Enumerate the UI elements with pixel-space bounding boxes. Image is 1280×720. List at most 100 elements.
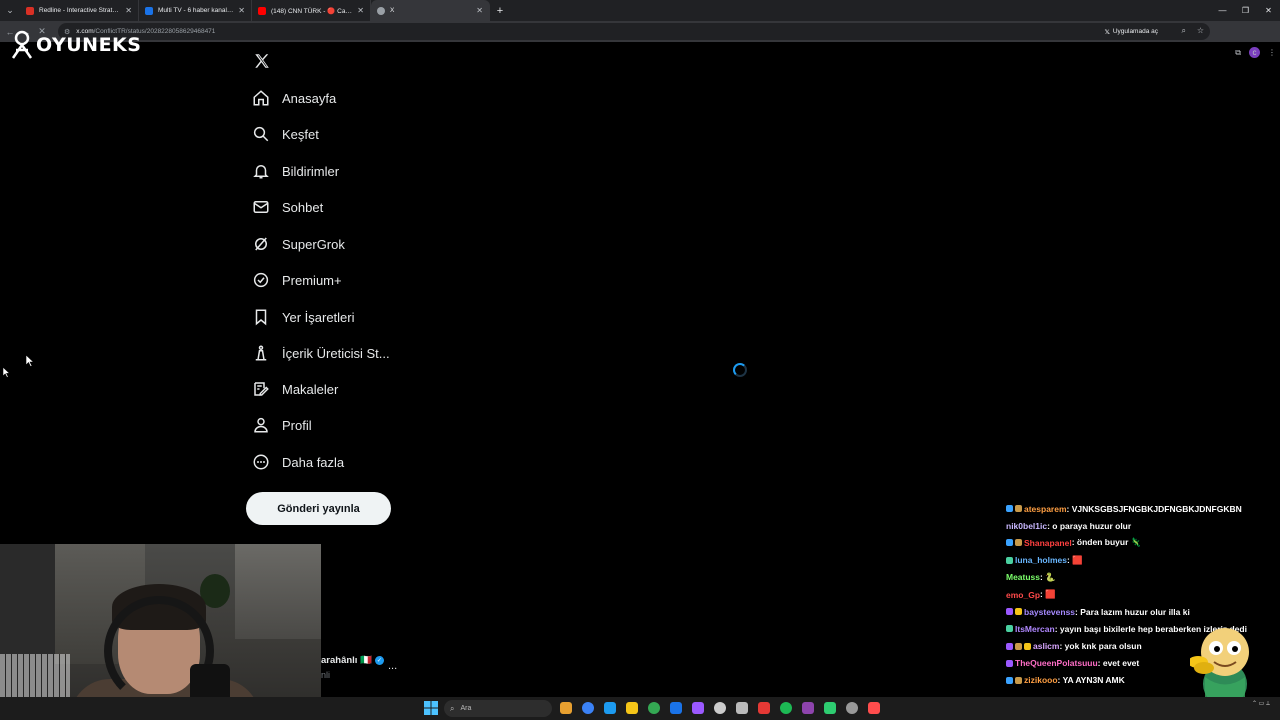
- chat-username: Meatuss: [1006, 572, 1041, 583]
- browser-tabstrip: ⌄ Redline - Interactive Strategic N... ✕…: [0, 0, 1280, 21]
- nav-item-chat[interactable]: Sohbet: [252, 192, 323, 222]
- chat-username: atesparem: [1024, 503, 1067, 514]
- logo-text: OYUNEKS: [36, 34, 142, 56]
- x-logo-icon[interactable]: [253, 52, 271, 70]
- chat-username: zizikooo: [1024, 675, 1058, 686]
- nav-item-supergrok[interactable]: SuperGrok: [252, 229, 345, 259]
- tab-search-icon[interactable]: ⌄: [0, 0, 20, 21]
- chat-badge-icon: [1015, 642, 1022, 650]
- taskbar-app-icon[interactable]: [692, 702, 704, 714]
- stream-logo: OYUNEKS: [10, 30, 141, 60]
- tab-close-icon[interactable]: ✕: [476, 6, 483, 15]
- chat-text: : 🐍: [1040, 571, 1056, 582]
- nav-label: Profil: [282, 417, 312, 433]
- profile-icon: [254, 417, 268, 433]
- grok-icon: [255, 237, 267, 251]
- nav-item-profile[interactable]: Profil: [252, 410, 312, 440]
- chat-badge-icon: [1006, 676, 1013, 684]
- taskbar-app-icon[interactable]: [868, 702, 880, 714]
- nav-item-more[interactable]: Daha fazla: [252, 447, 344, 477]
- chat-message: Meatuss : 🐍: [1006, 569, 1276, 586]
- nav-item-explore[interactable]: Keşfet: [252, 119, 319, 149]
- new-tab-button[interactable]: +: [490, 0, 510, 21]
- profile-avatar[interactable]: c: [1249, 47, 1260, 58]
- toolbar-right: ⧉ c ⋮: [1235, 42, 1276, 63]
- nav-item-creator-studio[interactable]: İçerik Üreticisi St...: [252, 338, 390, 368]
- extensions-icon[interactable]: ⧉: [1235, 48, 1241, 58]
- loading-favicon: [377, 6, 385, 15]
- nav-label: İçerik Üreticisi St...: [282, 345, 390, 361]
- browser-tab-3[interactable]: (148) CNN TÜRK - 🔴 Canlı Ya... ✕: [252, 0, 371, 21]
- nav-item-articles[interactable]: Makaleler: [252, 374, 338, 404]
- chat-text: : 🟥: [1066, 554, 1083, 565]
- nav-label: Anasayfa: [282, 90, 337, 106]
- taskbar-app-icon[interactable]: [824, 702, 836, 714]
- chat-text: : YA AYN3N AMK: [1057, 675, 1125, 686]
- bookmark-star-icon[interactable]: ☆: [1197, 26, 1204, 35]
- tab-title: Multi TV - 6 haber kanalını aynı...: [158, 7, 235, 14]
- chat-badge-icon: [1006, 642, 1013, 650]
- taskbar-app-icon[interactable]: [648, 702, 660, 714]
- bell-icon: [253, 165, 269, 179]
- nav-label: SuperGrok: [282, 236, 345, 252]
- restore-icon[interactable]: ❐: [1234, 0, 1257, 21]
- taskbar-app-icon[interactable]: [736, 702, 748, 714]
- taskbar-app-icon[interactable]: [758, 702, 770, 714]
- chat-badge-icon: [1006, 556, 1013, 564]
- tab-close-icon[interactable]: ✕: [238, 6, 245, 15]
- nav-item-bookmarks[interactable]: Yer İşaretleri: [252, 302, 355, 332]
- chat-username: nik0bel1ic: [1006, 520, 1048, 531]
- tab-close-icon[interactable]: ✕: [357, 6, 364, 15]
- chat-text: : o paraya huzur olur: [1047, 520, 1132, 531]
- tab-title: (148) CNN TÜRK - 🔴 Canlı Ya...: [271, 7, 353, 15]
- tab-close-icon[interactable]: ✕: [125, 6, 132, 15]
- open-in-app-chip[interactable]: 𝕏 Uygulamada aç: [1104, 26, 1158, 37]
- more-options-icon[interactable]: ...: [388, 660, 397, 672]
- post-button[interactable]: Gönderi yayınla: [246, 492, 391, 525]
- taskbar-app-icon[interactable]: [846, 702, 858, 714]
- nav-item-notifications[interactable]: Bildirimler: [252, 156, 339, 186]
- taskbar-search[interactable]: ⌕ Ara: [444, 700, 552, 717]
- taskbar-app-icon[interactable]: [626, 702, 638, 714]
- chat-badge-icon: [1015, 676, 1022, 684]
- taskbar-app-icon[interactable]: [714, 702, 726, 714]
- chat-username: ItsMercan: [1015, 623, 1055, 634]
- creator-studio-icon: [255, 345, 267, 361]
- minimize-icon[interactable]: —: [1211, 0, 1234, 21]
- nav-label: Sohbet: [282, 199, 324, 215]
- address-bar[interactable]: ⚙ x.com/ConflictTR/status/20282280586294…: [58, 23, 1210, 40]
- chat-text: : 🟥: [1040, 589, 1056, 600]
- more-circle-icon: [253, 454, 269, 470]
- taskbar-app-icon[interactable]: [604, 702, 616, 714]
- nav-label: Premium+: [282, 272, 342, 288]
- chat-message: nik0bel1ic : o paraya huzur olur: [1006, 517, 1276, 534]
- taskbar-app-icon[interactable]: [802, 702, 814, 714]
- nav-item-home[interactable]: Anasayfa: [252, 83, 336, 113]
- nav-label: Keşfet: [282, 126, 319, 142]
- verified-badge-icon: ✓: [374, 656, 384, 665]
- close-window-icon[interactable]: ✕: [1257, 0, 1280, 21]
- browser-tab-active[interactable]: X ✕: [371, 0, 490, 21]
- system-tray[interactable]: ⌃ ▭ ⟂: [1252, 701, 1270, 708]
- zoom-icon[interactable]: ⌕: [1182, 26, 1186, 36]
- tab-favicon: [26, 6, 34, 15]
- nav-label: Yer İşaretleri: [282, 309, 355, 325]
- browser-tab-2[interactable]: Multi TV - 6 haber kanalını aynı... ✕: [139, 0, 252, 21]
- webcam-overlay: [0, 544, 321, 720]
- chat-username: TheQueenPolatsuuu: [1015, 658, 1098, 669]
- tweet-author[interactable]: arahânlı 🇮🇹 ✓: [321, 655, 384, 666]
- chat-badge-icon: [1015, 505, 1022, 513]
- taskbar-app-icon[interactable]: [560, 702, 572, 714]
- chat-badge-icon: [1015, 539, 1022, 547]
- browser-menu-icon[interactable]: ⋮: [1268, 48, 1276, 57]
- chat-message: Shanapanel : önden buyur 🦎: [1006, 534, 1276, 551]
- browser-tab-1[interactable]: Redline - Interactive Strategic N... ✕: [20, 0, 139, 21]
- taskbar-app-icon[interactable]: [582, 702, 594, 714]
- taskbar-app-icon[interactable]: [780, 702, 792, 714]
- tab-title: Redline - Interactive Strategic N...: [39, 7, 121, 14]
- search-icon: [253, 126, 269, 142]
- taskbar-app-icon[interactable]: [670, 702, 682, 714]
- windows-start-icon[interactable]: [424, 701, 438, 715]
- nav-item-premium[interactable]: Premium+: [252, 265, 342, 295]
- chat-username: luna_holmes: [1015, 555, 1067, 566]
